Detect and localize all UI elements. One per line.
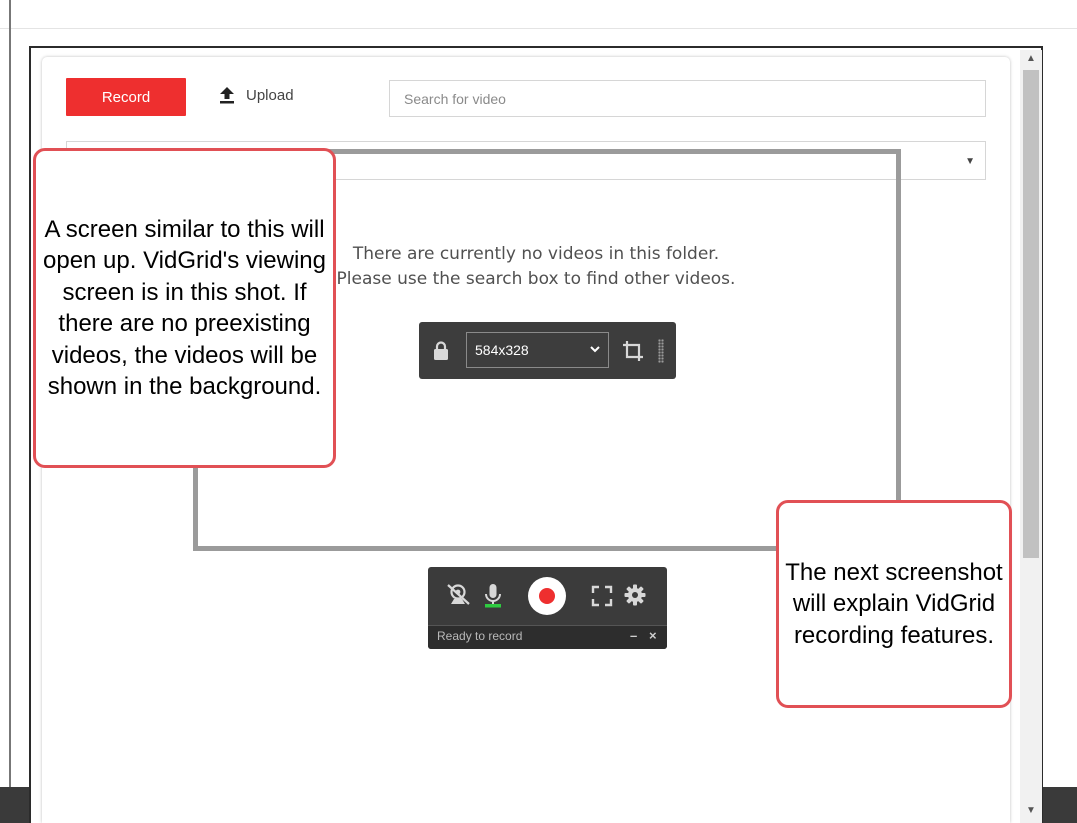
gear-icon[interactable] bbox=[624, 584, 646, 611]
record-button[interactable]: Record bbox=[66, 78, 186, 116]
scroll-thumb[interactable] bbox=[1023, 70, 1039, 558]
close-button[interactable]: × bbox=[649, 628, 657, 643]
recording-status-text: Ready to record bbox=[437, 629, 523, 643]
start-recording-button[interactable] bbox=[528, 577, 566, 615]
search-input[interactable] bbox=[389, 80, 986, 117]
capture-size-toolbar: 584x328 bbox=[419, 322, 676, 379]
chevron-down-icon bbox=[590, 344, 600, 356]
lock-icon[interactable] bbox=[433, 341, 449, 366]
left-edge-line bbox=[9, 0, 11, 790]
dropdown-caret-icon: ▼ bbox=[965, 156, 975, 167]
record-icon bbox=[539, 588, 555, 604]
fullscreen-icon[interactable] bbox=[591, 585, 613, 612]
recording-status-bar: Ready to record – × bbox=[428, 625, 667, 649]
upload-button[interactable]: Upload bbox=[218, 86, 294, 104]
top-divider bbox=[0, 28, 1077, 29]
scroll-down-arrow-icon[interactable]: ▼ bbox=[1020, 802, 1042, 820]
webcam-off-icon[interactable] bbox=[446, 583, 472, 612]
vertical-scrollbar[interactable]: ▲ ▼ bbox=[1020, 50, 1042, 823]
callout-left-text: A screen similar to this will open up. V… bbox=[43, 215, 326, 401]
upload-icon bbox=[218, 86, 236, 104]
crop-icon[interactable] bbox=[622, 340, 644, 367]
capture-size-value: 584x328 bbox=[475, 342, 529, 358]
recording-toolbar: Ready to record – × bbox=[428, 567, 667, 649]
capture-size-select[interactable]: 584x328 bbox=[466, 332, 609, 368]
callout-right-text: The next screenshot will explain VidGrid… bbox=[785, 558, 1003, 649]
minimize-button[interactable]: – bbox=[630, 628, 637, 643]
grip-icon[interactable] bbox=[658, 339, 664, 363]
upload-label: Upload bbox=[246, 86, 294, 104]
callout-left: A screen similar to this will open up. V… bbox=[33, 148, 336, 468]
callout-right: The next screenshot will explain VidGrid… bbox=[776, 500, 1012, 708]
microphone-icon[interactable] bbox=[483, 583, 503, 614]
scroll-up-arrow-icon[interactable]: ▲ bbox=[1020, 50, 1042, 68]
